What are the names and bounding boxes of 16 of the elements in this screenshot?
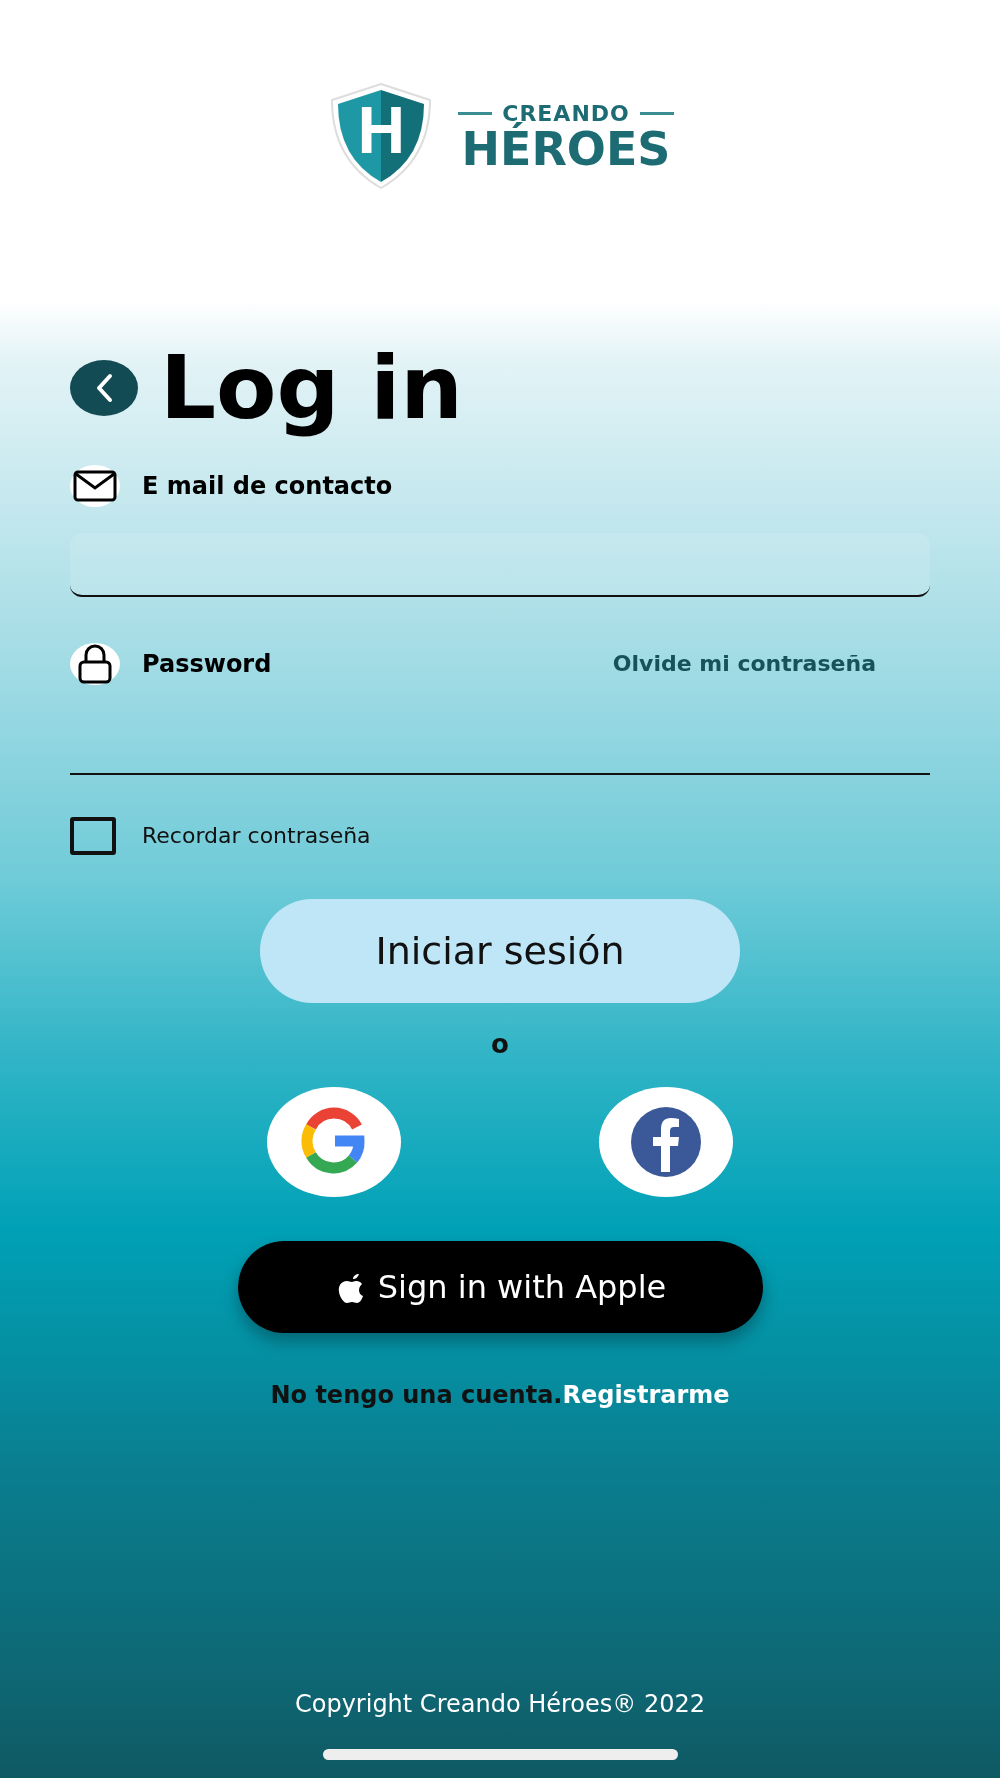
forgot-password-link[interactable]: Olvide mi contraseña — [612, 651, 876, 677]
copyright-text: Copyright Creando Héroes® 2022 — [293, 1690, 706, 1718]
logo-letter: H — [356, 92, 407, 168]
remember-checkbox[interactable] — [70, 816, 116, 855]
checkbox-label: Recordar contraseña — [142, 823, 371, 849]
register-prompt: No tengo una cuenta. — [270, 1380, 563, 1409]
page-title: Log in — [160, 340, 463, 437]
field-label: E mail de contacto — [142, 471, 393, 500]
apple-sign-in-button[interactable]: Sign in with Apple — [237, 1240, 763, 1333]
separator-text: o — [491, 1028, 509, 1059]
field-label: Password — [142, 649, 272, 678]
padlock-icon — [70, 642, 120, 685]
register-link[interactable]: Registrarme — [562, 1380, 730, 1409]
envelope-icon — [70, 464, 120, 507]
login-button[interactable]: Iniciar sesión — [260, 898, 740, 1003]
facebook-icon — [630, 1105, 702, 1178]
